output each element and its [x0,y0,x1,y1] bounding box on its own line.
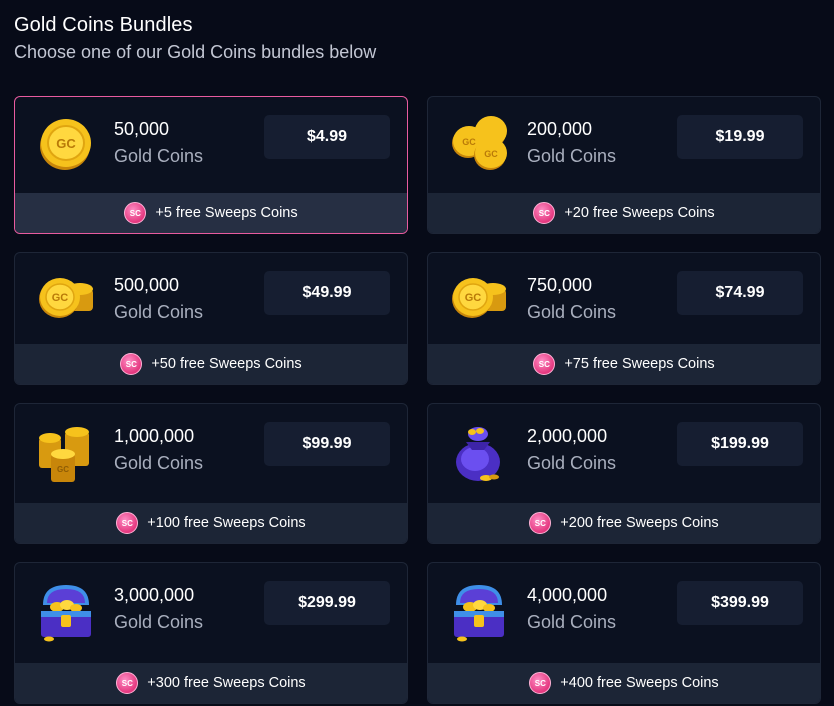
page-title: Gold Coins Bundles [14,14,193,36]
bonus-banner: SC +50 free Sweeps Coins [15,344,407,384]
bundle-amount: 500,000 [114,275,180,295]
bundle-amount: 750,000 [527,275,593,295]
svg-text:GC: GC [484,149,498,159]
svg-text:GC: GC [57,465,69,474]
bonus-text: +75 free Sweeps Coins [564,356,715,372]
bundle-card[interactable]: 3,000,000 Gold Coins $299.99 SC +300 fre… [14,562,408,704]
sweeps-coin-icon: SC [116,672,139,694]
bundle-amount: 1,000,000 [114,426,195,446]
bonus-banner: SC +100 free Sweeps Coins [15,503,407,543]
bundle-card[interactable]: 4,000,000 Gold Coins $399.99 SC +400 fre… [427,562,821,704]
bundle-card[interactable]: GC GC 200,000 Gold Coins $19.99 SC +20 f… [427,96,821,234]
page-header: Gold Coins Bundles Choose one of our Gol… [14,14,376,63]
buy-button[interactable]: $74.99 [677,271,803,315]
bonus-banner: SC +5 free Sweeps Coins [15,193,407,233]
bonus-text: +200 free Sweeps Coins [560,515,719,531]
bundle-unit: Gold Coins [114,612,204,632]
bonus-banner: SC +400 free Sweeps Coins [428,663,820,703]
bundle-unit: Gold Coins [527,612,617,632]
sweeps-coin-icon: SC [529,672,552,694]
bundle-card[interactable]: 2,000,000 Gold Coins $199.99 SC +200 fre… [427,403,821,544]
bonus-text: +400 free Sweeps Coins [560,675,719,691]
sweeps-coin-icon: SC [116,512,139,534]
bundle-unit: Gold Coins [527,146,617,166]
bundle-amount: 3,000,000 [114,585,195,605]
svg-text:GC: GC [462,137,476,147]
buy-button[interactable]: $99.99 [264,422,390,466]
buy-button[interactable]: $199.99 [677,422,803,466]
coin-bag-icon [456,427,500,481]
bundle-amount: 200,000 [527,119,593,139]
treasure-chest-icon [41,585,91,642]
bundle-unit: Gold Coins [114,302,204,322]
single-gold-coin-icon: GC [40,119,91,170]
three-gold-coins-icon: GC GC [452,116,507,170]
sweeps-coin-icon: SC [529,512,552,534]
buy-button[interactable]: $49.99 [264,271,390,315]
coin-stack-icon: GC [452,278,506,318]
bundle-unit: Gold Coins [527,453,617,473]
sweeps-coin-icon: SC [533,353,556,375]
bundle-card[interactable]: GC 500,000 Gold Coins $49.99 SC +50 free… [14,252,408,385]
bonus-text: +5 free Sweeps Coins [155,205,298,221]
bundle-amount: 50,000 [114,119,170,139]
bundle-card[interactable]: GC 750,000 Gold Coins $74.99 SC +75 free… [427,252,821,385]
svg-text:GC: GC [56,136,76,151]
bonus-banner: SC +300 free Sweeps Coins [15,663,407,703]
bonus-text: +300 free Sweeps Coins [147,675,306,691]
page-subtitle: Choose one of our Gold Coins bundles bel… [14,42,377,62]
bundle-card[interactable]: GC 50,000 Gold Coins $4.99 SC +5 free Sw… [14,96,408,234]
bundle-amount: 4,000,000 [527,585,608,605]
bundle-card[interactable]: GC 1,000,000 Gold Coins $99.99 SC +100 f… [14,403,408,544]
coin-stack-icon: GC [39,278,93,318]
buy-button[interactable]: $399.99 [677,581,803,625]
buy-button[interactable]: $299.99 [264,581,390,625]
bonus-banner: SC +200 free Sweeps Coins [428,503,820,543]
buy-button[interactable]: $4.99 [264,115,390,159]
coin-towers-icon: GC [39,427,89,482]
sweeps-coin-icon: SC [124,202,147,224]
bundle-unit: Gold Coins [114,453,204,473]
bonus-text: +100 free Sweeps Coins [147,515,306,531]
bundle-unit: Gold Coins [114,146,204,166]
svg-text:GC: GC [465,292,482,304]
treasure-chest-icon [454,585,504,642]
svg-text:GC: GC [52,292,69,304]
bundle-amount: 2,000,000 [527,426,608,446]
bonus-banner: SC +20 free Sweeps Coins [428,193,820,233]
bundle-unit: Gold Coins [527,302,617,322]
buy-button[interactable]: $19.99 [677,115,803,159]
sweeps-coin-icon: SC [533,202,556,224]
bonus-text: +50 free Sweeps Coins [151,356,302,372]
sweeps-coin-icon: SC [120,353,143,375]
bonus-banner: SC +75 free Sweeps Coins [428,344,820,384]
bonus-text: +20 free Sweeps Coins [564,205,715,221]
